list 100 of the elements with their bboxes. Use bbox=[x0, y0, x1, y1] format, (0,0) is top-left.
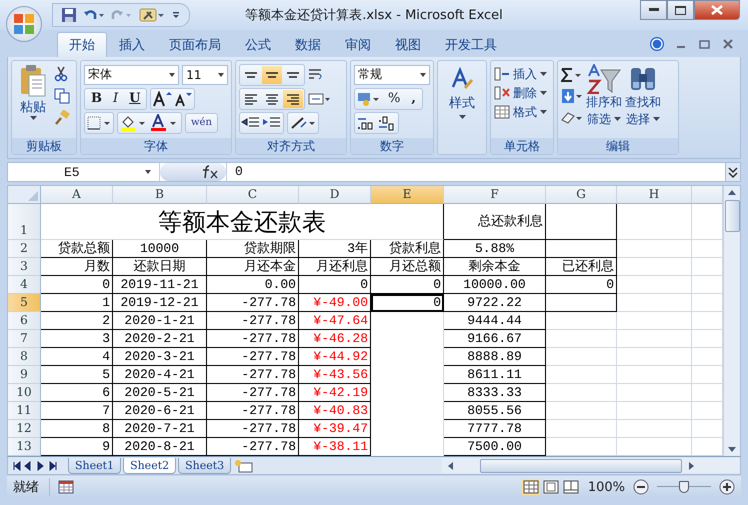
help-icon[interactable] bbox=[649, 36, 665, 52]
insert-sheet-icon[interactable] bbox=[233, 458, 256, 473]
column-header[interactable]: B bbox=[113, 186, 207, 204]
delete-button[interactable]: 删除 bbox=[494, 84, 550, 102]
normal-view-icon[interactable] bbox=[522, 479, 540, 496]
row-header[interactable]: 2 bbox=[8, 240, 41, 258]
vertical-scrollbar[interactable] bbox=[723, 186, 740, 456]
comma-button[interactable]: , bbox=[406, 90, 421, 108]
sheet-tab[interactable]: Sheet3 bbox=[178, 458, 232, 474]
grow-font-icon[interactable] bbox=[152, 90, 172, 107]
zoom-level[interactable]: 100% bbox=[588, 480, 625, 495]
column-header[interactable]: E bbox=[371, 186, 444, 204]
column-header[interactable]: G bbox=[546, 186, 617, 204]
autosum-icon[interactable] bbox=[561, 68, 583, 82]
row-header[interactable]: 10 bbox=[8, 384, 41, 402]
format-button[interactable]: 格式 bbox=[494, 104, 550, 121]
customize-icon[interactable] bbox=[171, 10, 181, 20]
styles-button[interactable]: 样式 bbox=[437, 60, 487, 156]
ribbon-tab[interactable]: 开始 bbox=[57, 32, 107, 57]
scroll-thumb[interactable] bbox=[724, 200, 740, 232]
zoom-in-icon[interactable] bbox=[719, 479, 735, 496]
minimize-button[interactable] bbox=[640, 0, 667, 20]
restore-icon[interactable] bbox=[699, 38, 711, 49]
row-header[interactable]: 5 bbox=[8, 294, 41, 312]
page-layout-icon[interactable] bbox=[542, 479, 560, 496]
column-header[interactable]: A bbox=[41, 186, 113, 204]
ribbon-tab[interactable]: 审阅 bbox=[333, 32, 383, 57]
page-break-icon[interactable] bbox=[562, 479, 580, 496]
underline-button[interactable]: U bbox=[124, 90, 146, 108]
table-cell: 8888.89 bbox=[444, 348, 546, 366]
column-header[interactable]: F bbox=[444, 186, 546, 204]
fx-icon[interactable] bbox=[202, 165, 220, 180]
paste-button[interactable]: 粘贴 bbox=[15, 64, 51, 120]
row-header[interactable]: 13 bbox=[8, 438, 41, 456]
sheet-tab[interactable]: Sheet2 bbox=[123, 458, 176, 474]
copy-icon[interactable] bbox=[54, 88, 70, 104]
row-header[interactable]: 4 bbox=[8, 276, 41, 294]
column-header[interactable]: C bbox=[207, 186, 299, 204]
row-header[interactable]: 8 bbox=[8, 348, 41, 366]
table-cell: -277.78 bbox=[207, 420, 299, 438]
tools-icon[interactable] bbox=[139, 7, 165, 23]
horizontal-scrollbar[interactable] bbox=[442, 458, 740, 474]
row-header[interactable]: 3 bbox=[8, 258, 41, 276]
close-icon[interactable] bbox=[723, 38, 733, 49]
sheet-tab[interactable]: Sheet1 bbox=[68, 458, 122, 474]
scroll-left-icon[interactable] bbox=[446, 460, 456, 471]
undo-icon[interactable] bbox=[83, 8, 105, 22]
sheet-icon[interactable] bbox=[58, 480, 74, 494]
column-header[interactable]: D bbox=[299, 186, 371, 204]
merge-center-icon[interactable] bbox=[308, 92, 332, 106]
number-format-field[interactable]: 常规 bbox=[354, 64, 430, 85]
ribbon-tab[interactable]: 数据 bbox=[283, 32, 333, 57]
minimize-icon bbox=[648, 8, 658, 12]
eraser-icon[interactable] bbox=[561, 110, 583, 124]
row-header[interactable]: 11 bbox=[8, 402, 41, 420]
name-box[interactable]: E5 bbox=[8, 163, 160, 182]
ribbon-tab[interactable]: 视图 bbox=[383, 32, 433, 57]
caret-icon bbox=[540, 72, 547, 76]
find-select-button[interactable]: 查找和 选择 bbox=[625, 64, 661, 128]
table-cell bbox=[546, 294, 617, 312]
font-size-field[interactable]: 11 bbox=[182, 64, 228, 85]
row-header[interactable]: 12 bbox=[8, 420, 41, 438]
maximize-button[interactable] bbox=[667, 0, 694, 20]
percent-button[interactable]: % bbox=[383, 90, 406, 108]
row-header[interactable]: 9 bbox=[8, 366, 41, 384]
vertical-align-button[interactable] bbox=[262, 66, 282, 84]
format-painter-icon[interactable] bbox=[54, 110, 70, 126]
italic-button[interactable]: I bbox=[108, 90, 124, 108]
bold-button[interactable]: B bbox=[86, 90, 107, 108]
ribbon-tab[interactable]: 开发工具 bbox=[433, 32, 509, 57]
zoom-out-icon[interactable] bbox=[633, 479, 649, 496]
borders-icon[interactable] bbox=[86, 114, 112, 131]
save-icon[interactable] bbox=[61, 7, 77, 23]
row-header[interactable]: 7 bbox=[8, 330, 41, 348]
row-header[interactable]: 1 bbox=[8, 204, 41, 240]
scroll-thumb[interactable] bbox=[480, 458, 682, 473]
table-cell: ¥-39.47 bbox=[299, 420, 371, 438]
caret-icon bbox=[540, 110, 547, 114]
phonetic-button[interactable]: wén bbox=[185, 112, 218, 133]
cut-icon[interactable] bbox=[54, 66, 68, 82]
currency-icon[interactable] bbox=[356, 90, 382, 107]
row-header[interactable]: 6 bbox=[8, 312, 41, 330]
ribbon-tab[interactable]: 页面布局 bbox=[157, 32, 233, 57]
insert-button[interactable]: 插入 bbox=[494, 66, 550, 83]
office-button[interactable] bbox=[6, 6, 42, 42]
delete-cells-icon bbox=[494, 86, 510, 100]
horizontal-align-button[interactable] bbox=[283, 90, 303, 108]
column-header[interactable]: H bbox=[617, 186, 692, 204]
font-name-field[interactable]: 宋体 bbox=[84, 64, 180, 85]
fill-icon[interactable] bbox=[561, 88, 583, 104]
close-button[interactable] bbox=[694, 0, 740, 20]
sort-filter-button[interactable]: 排序和 筛选 bbox=[586, 64, 622, 128]
ribbon-tab[interactable]: 公式 bbox=[233, 32, 283, 57]
wrap-text-icon[interactable] bbox=[308, 68, 324, 82]
ribbon-tab[interactable]: 插入 bbox=[107, 32, 157, 57]
orientation-icon[interactable] bbox=[289, 114, 317, 131]
scroll-right-icon[interactable] bbox=[686, 460, 696, 471]
shrink-font-icon[interactable] bbox=[173, 90, 194, 107]
expand-icon[interactable] bbox=[725, 163, 740, 182]
slider-thumb[interactable] bbox=[679, 481, 689, 494]
